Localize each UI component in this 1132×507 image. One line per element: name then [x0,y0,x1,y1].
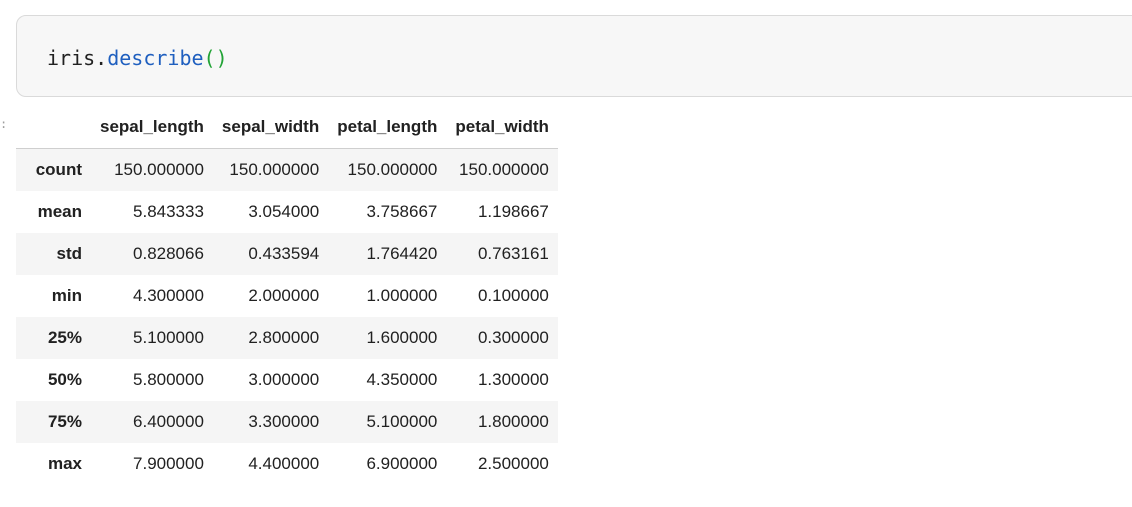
table-cell: 2.500000 [477,453,549,473]
row-label: 75% [47,411,82,431]
table-cell: 2.800000 [248,327,320,347]
table-cell: 1.600000 [366,327,438,347]
table-row: count 150.000000 150.000000 150.000000 1… [16,148,558,191]
table-cell: 5.100000 [366,411,438,431]
table-body: count 150.000000 150.000000 150.000000 1… [16,148,558,485]
table-cell: 1.000000 [366,285,438,305]
table-cell: 3.054000 [248,201,320,221]
row-label: max [47,453,82,473]
code-parens-token: () [203,46,228,70]
table-header: sepal_length sepal_width petal_length pe… [16,106,558,149]
table-cell: 150.000000 [229,159,320,179]
table-cell: 0.300000 [477,327,549,347]
row-label: 50% [47,369,82,389]
row-label: mean [37,201,82,221]
table-row: mean 5.843333 3.054000 3.758667 1.198667 [16,190,558,233]
row-label: 25% [47,327,82,347]
table-row: 25% 5.100000 2.800000 1.600000 0.300000 [16,316,558,359]
table-cell: 150.000000 [114,159,204,179]
table-cell: 1.800000 [477,411,549,431]
table-cell: 5.100000 [133,327,204,347]
row-label: std [56,243,83,263]
table-cell: 0.100000 [477,285,549,305]
table-cell: 6.400000 [133,411,204,431]
column-header: sepal_length [91,106,213,149]
table-cell: 3.758667 [366,201,438,221]
table-cell: 4.350000 [366,369,438,389]
table-cell: 0.763161 [477,243,549,263]
table-row: max 7.900000 4.400000 6.900000 2.500000 [16,442,558,485]
row-label: count [35,159,82,179]
table-cell: 4.400000 [248,453,320,473]
table-cell: 3.000000 [248,369,320,389]
table-cell: 1.198667 [477,201,549,221]
table-cell: 1.764420 [366,243,438,263]
code-cell[interactable]: iris.describe() [16,15,1132,97]
column-header: petal_width [446,106,558,149]
table-cell: 5.843333 [133,201,204,221]
table-cell: 4.300000 [133,285,204,305]
table-cell: 150.000000 [459,159,549,179]
table-cell: 0.828066 [133,243,204,263]
table-cell: 0.433594 [248,243,320,263]
code-object-token: iris [47,46,96,70]
column-header: petal_length [328,106,447,149]
table-cell: 3.300000 [248,411,320,431]
table-row: std 0.828066 0.433594 1.764420 0.763161 [16,232,558,275]
table-row: min 4.300000 2.000000 1.000000 0.100000 [16,274,558,317]
table-cell: 150.000000 [347,159,438,179]
code-line[interactable]: iris.describe() [47,45,228,71]
table-cell: 1.300000 [477,369,549,389]
code-method-token: describe [107,46,204,70]
describe-table: sepal_length sepal_width petal_length pe… [16,106,558,485]
output-gutter-mark: : [0,117,8,131]
code-dot-token: . [95,46,108,70]
column-header: sepal_width [212,106,329,149]
output-area: sepal_length sepal_width petal_length pe… [16,106,558,485]
header-corner-cell [16,106,91,149]
table-row: 50% 5.800000 3.000000 4.350000 1.300000 [16,358,558,401]
table-cell: 6.900000 [366,453,438,473]
table-cell: 2.000000 [248,285,320,305]
table-row: 75% 6.400000 3.300000 5.100000 1.800000 [16,400,558,443]
row-label: min [51,285,82,305]
table-cell: 5.800000 [133,369,204,389]
header-row: sepal_length sepal_width petal_length pe… [16,106,558,149]
table-cell: 7.900000 [133,453,204,473]
